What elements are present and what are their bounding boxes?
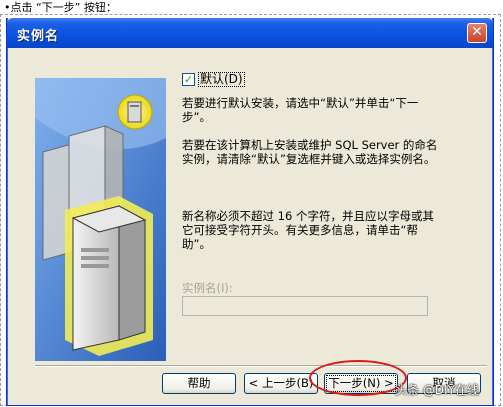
named-instance-text: 若要在该计算机上安装或维护 SQL Server 的命名实例，请清除“默认”复选… [182,138,438,166]
instance-name-dialog: 实例名 ✕ ✓ 默认(D) 若要进行默认安装，请选中“默认”并单击“下一步”。 … [6,18,494,406]
server-computers-illustration [35,78,166,361]
next-button-highlight [309,360,407,396]
back-button[interactable]: < 上一步(B) [244,373,318,394]
check-icon: ✓ [183,73,194,86]
default-install-text: 若要进行默认安装，请选中“默认”并单击“下一步”。 [182,96,419,124]
instruction-caption: •点击 “下一步” 按钮： [4,1,117,14]
default-checkbox-label[interactable]: 默认(D) [198,72,245,87]
help-button[interactable]: 帮助 [162,373,236,394]
dialog-title: 实例名 [17,29,60,44]
instance-name-label: 实例名(I): [182,281,233,295]
close-icon[interactable]: ✕ [467,23,487,43]
default-checkbox[interactable]: ✓ [182,73,195,86]
button-separator [35,365,487,367]
instance-name-input[interactable] [182,296,428,316]
name-rules-text: 新名称必须不超过 16 个字符，并且应以字母或其它可接受字符开头。有关更多信息，… [182,209,434,251]
watermark: 头条 @DIY在线 [395,383,479,397]
title-bar[interactable]: 实例名 ✕ [7,18,493,48]
